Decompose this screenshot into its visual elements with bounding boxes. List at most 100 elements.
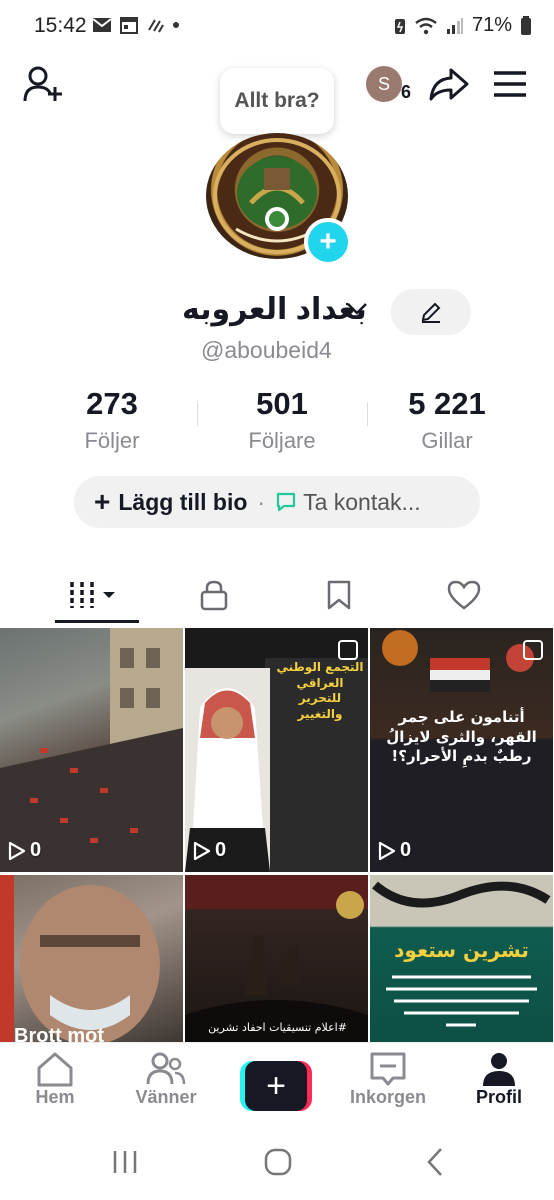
signal-icon [446,17,463,34]
bio-bar: + Lägg till bio · Ta kontak... [74,476,480,528]
system-nav-bar [0,1128,554,1200]
profile-handle: @aboubeid4 [201,337,332,363]
account-count: 6 [401,82,412,102]
stat-value: 273 [86,386,138,421]
home-circle-icon [264,1148,292,1176]
nav-home[interactable]: Hem [0,1051,110,1108]
nav-profile[interactable]: Profil [444,1051,554,1108]
view-count-value: 0 [30,839,42,861]
tab-videos[interactable] [26,565,164,625]
stat-value: 5 221 [408,386,486,421]
home-icon [37,1052,73,1087]
nav-inbox[interactable]: Inkorgen [333,1051,443,1108]
tab-liked[interactable] [395,565,533,625]
create-button[interactable]: + [240,1061,312,1111]
view-count: 0 [8,839,41,862]
flow-icon [148,19,164,33]
protest-crowd-image [185,875,368,1045]
plus-icon: + [319,225,337,258]
home-system-button[interactable] [262,1146,294,1183]
status-time: 15:42 [34,14,87,37]
stat-likes[interactable]: 5 221 Gillar [372,386,522,454]
profile-icon [483,1053,515,1086]
chevron-down-icon[interactable] [346,296,368,322]
stat-following[interactable]: 273 Följer [37,386,187,454]
add-friend-button[interactable] [22,64,66,104]
banner-image [372,881,551,908]
pencil-icon [421,302,441,323]
content-tabs [0,565,554,625]
video-thumbnail[interactable]: Brott mot [0,875,183,1045]
tooltip-bubble[interactable]: Allt bra? [220,68,334,134]
view-count-value: 0 [400,839,412,861]
notification-icons [92,16,180,34]
nav-label: Hem [35,1087,75,1107]
status-bar: 15:42 71% [0,0,554,52]
battery-icon [521,15,531,35]
stat-divider [367,402,368,426]
video-caption: #اعلام تنسيقيات احفاد تشرين [208,1021,347,1034]
chat-bubble-icon [276,492,296,512]
menu-button[interactable] [492,68,528,100]
share-arrow-icon [429,68,469,101]
stat-label: Gillar [421,428,473,453]
back-button[interactable] [422,1146,448,1183]
pinned-icon [523,640,543,660]
stat-followers[interactable]: 501 Följare [207,386,357,454]
view-count: 0 [193,839,226,862]
tab-saved[interactable] [270,565,408,625]
video-thumbnail[interactable]: 0 [0,628,183,872]
add-story-button[interactable]: + [304,218,352,266]
hamburger-icon [494,71,526,97]
video-thumbnail[interactable]: التجمع الوطني العراقي للتحرير والتغيير 0 [185,628,368,872]
back-chevron-icon [427,1148,442,1176]
play-icon [378,841,396,860]
stat-label: Följer [84,428,140,453]
video-caption: التجمع الوطني العراقي للتحرير والتغيير [276,660,364,721]
nav-label: Vänner [135,1087,197,1107]
inbox-icon [370,1052,406,1086]
video-thumbnail[interactable]: #اعلام تنسيقيات احفاد تشرين [185,875,368,1045]
system-icons: 71% [394,14,532,37]
caption-lines-image [386,975,537,1027]
profile-name[interactable]: بغداد العروبه [182,292,367,327]
stat-label: Följare [248,428,316,453]
nav-friends[interactable]: Vänner [111,1051,221,1108]
add-bio-button[interactable]: Lägg till bio [118,489,247,516]
stat-divider [197,402,198,426]
lock-icon [200,580,228,611]
mail-icon [92,18,112,32]
bookmark-icon [327,580,351,610]
contact-button[interactable]: Ta kontak... [303,489,421,516]
dot-icon [173,22,179,28]
view-count-value: 0 [215,839,227,861]
grid-icon [70,582,115,608]
friends-icon [146,1052,186,1085]
video-caption: أتنامون على جمر القهر، والثرى لايزالُ رط… [386,708,537,765]
play-icon [8,841,26,860]
street-scene-image [0,628,183,872]
share-button[interactable] [428,66,470,102]
battery-percent: 71% [471,14,512,36]
pinned-icon [338,640,358,660]
tab-private[interactable] [145,565,283,625]
create-icon: + [245,1061,307,1111]
play-icon [193,841,211,860]
battery-saver-icon [394,18,405,34]
bottom-nav: Hem Vänner + Inkorgen Profil [0,1042,554,1128]
face-image [0,875,160,1045]
heart-icon [447,580,481,610]
separator: · [257,488,266,515]
calendar-icon [120,17,138,34]
nav-label: Inkorgen [349,1087,426,1107]
plus-icon: + [94,486,111,517]
person-plus-icon [23,66,62,102]
account-avatar[interactable]: S [366,66,402,102]
nav-label: Profil [475,1087,522,1107]
video-thumbnail[interactable]: تشرين ستعود [370,875,553,1045]
wifi-icon [415,17,437,34]
edit-profile-button[interactable] [391,289,471,335]
recents-button[interactable] [108,1148,142,1181]
recents-icon [113,1151,137,1173]
video-thumbnail[interactable]: أتنامون على جمر القهر، والثرى لايزالُ رط… [370,628,553,872]
